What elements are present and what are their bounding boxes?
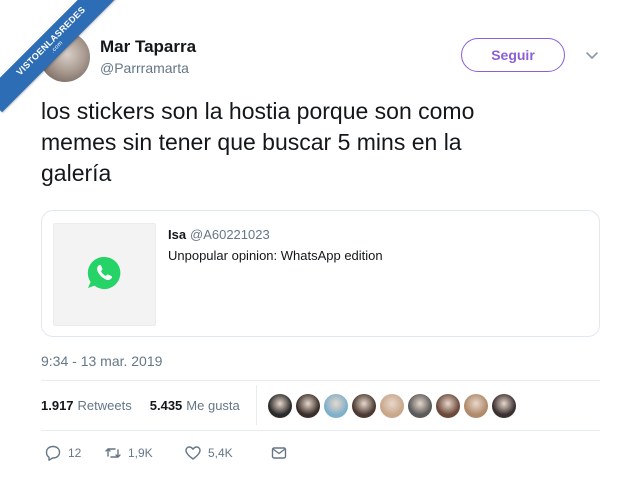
stats-divider (256, 385, 257, 425)
likes-count[interactable]: 5.435 (150, 398, 183, 413)
quoted-tweet-handle[interactable]: @A60221023 (190, 227, 270, 242)
liker-avatar[interactable] (296, 394, 320, 418)
tweet-timestamp[interactable]: 9:34 - 13 mar. 2019 (41, 353, 162, 369)
tweet-line: los stickers son la hostia porque son co… (41, 98, 475, 124)
like-button[interactable]: 5,4K (184, 444, 270, 462)
quoted-tweet-name[interactable]: Isa (168, 227, 186, 242)
liker-avatar[interactable] (380, 394, 404, 418)
divider (41, 380, 600, 381)
whatsapp-icon (87, 256, 121, 289)
retweets-label[interactable]: Retweets (78, 398, 132, 413)
tweet-line: memes sin tener que buscar 5 mins en la (41, 129, 462, 155)
follow-button[interactable]: Seguir (461, 38, 565, 72)
watermark: VISTOENLASREDES .com (0, 0, 120, 120)
liker-avatar[interactable] (436, 394, 460, 418)
action-bar: 12 1,9K 5,4K (44, 444, 288, 462)
retweet-icon (105, 448, 121, 458)
liker-avatar[interactable] (464, 394, 488, 418)
watermark-ribbon: VISTOENLASREDES .com (0, 0, 120, 113)
watermark-suffix: .com (50, 40, 65, 55)
reply-button[interactable]: 12 (44, 444, 104, 462)
liker-avatar[interactable] (492, 394, 516, 418)
retweets-count[interactable]: 1.917 (41, 398, 74, 413)
liker-avatar[interactable] (352, 394, 376, 418)
liker-avatar[interactable] (324, 394, 348, 418)
envelope-icon (271, 447, 287, 459)
liker-avatar[interactable] (408, 394, 432, 418)
likes-label[interactable]: Me gusta (186, 398, 239, 413)
tweet-text: los stickers son la hostia porque son co… (41, 96, 601, 189)
liker-avatars (268, 394, 516, 418)
watermark-text: VISTOENLASREDES (14, 4, 88, 78)
chevron-down-icon[interactable] (585, 48, 599, 62)
engagement-stats: 1.917 Retweets 5.435 Me gusta (41, 398, 240, 413)
reply-count: 12 (68, 446, 82, 460)
divider (41, 430, 600, 431)
heart-icon (185, 446, 201, 460)
like-count: 5,4K (208, 446, 233, 460)
message-button[interactable] (270, 444, 288, 462)
retweet-count: 1,9K (128, 446, 153, 460)
retweet-button[interactable]: 1,9K (104, 444, 184, 462)
quoted-tweet-text: Unpopular opinion: WhatsApp edition (168, 248, 383, 263)
reply-icon (45, 445, 61, 461)
tweet-line: galería (41, 160, 112, 186)
liker-avatar[interactable] (268, 394, 292, 418)
